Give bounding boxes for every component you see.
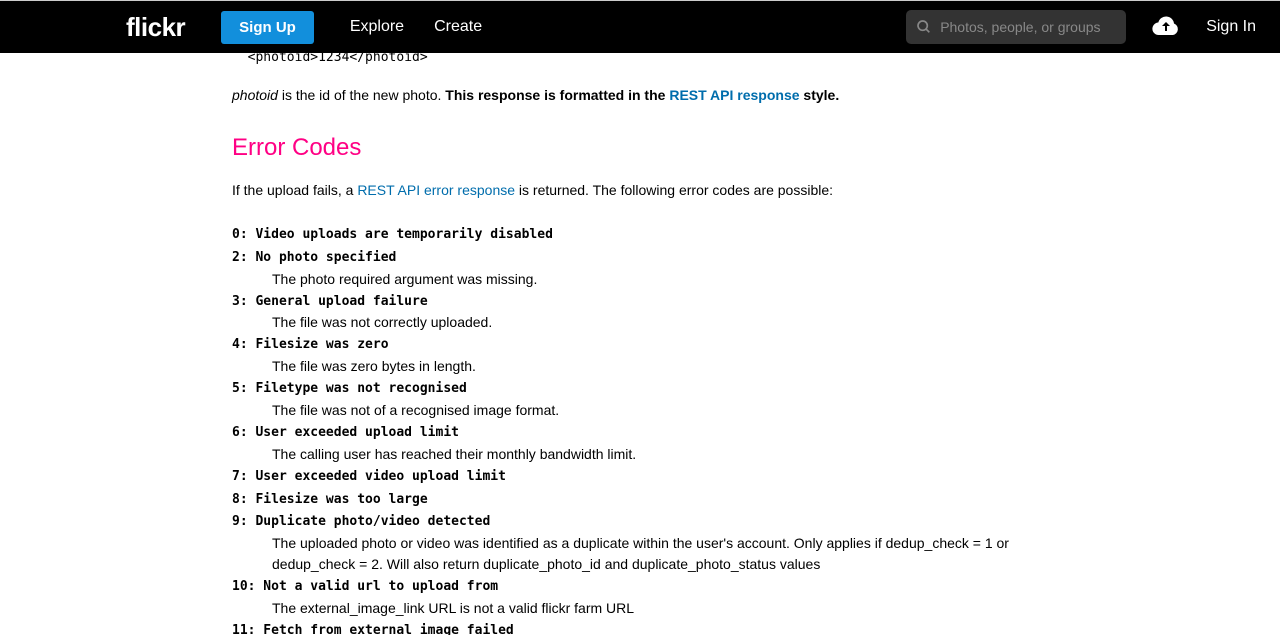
error-code-desc: The file was not correctly uploaded.	[272, 312, 1038, 333]
logo[interactable]: flickr	[126, 12, 185, 43]
error-code-desc: The external_image_link URL is not a val…	[272, 598, 1038, 619]
response-note: photoid is the id of the new photo. This…	[232, 85, 1038, 106]
error-code-title: 5: Filetype was not recognised	[232, 379, 1038, 400]
photoid-term: photoid	[232, 87, 278, 103]
error-code-desc: The uploaded photo or video was identifi…	[272, 533, 1038, 575]
doc-content: <rsp stat="ok"> <photoid>1234</photoid> …	[0, 53, 1280, 635]
error-code-title: 6: User exceeded upload limit	[232, 423, 1038, 444]
error-code-title: 7: User exceeded video upload limit	[232, 467, 1038, 488]
error-code-desc: The photo required argument was missing.	[272, 269, 1038, 290]
error-code-title: 0: Video uploads are temporarily disable…	[232, 225, 1038, 246]
nav-explore[interactable]: Explore	[350, 18, 404, 36]
error-codes-heading: Error Codes	[232, 134, 1038, 162]
error-code-desc: The file was zero bytes in length.	[272, 356, 1038, 377]
upload-icon[interactable]	[1152, 15, 1180, 40]
signup-button[interactable]: Sign Up	[221, 11, 314, 44]
search-input[interactable]	[940, 19, 1116, 35]
error-code-title: 4: Filesize was zero	[232, 335, 1038, 356]
search-box[interactable]	[906, 10, 1126, 44]
rest-api-error-link[interactable]: REST API error response	[357, 182, 515, 198]
error-code-title: 10: Not a valid url to upload from	[232, 577, 1038, 598]
error-code-title: 11: Fetch from external image failed	[232, 621, 1038, 635]
error-code-list: 0: Video uploads are temporarily disable…	[232, 225, 1038, 635]
error-code-title: 9: Duplicate photo/video detected	[232, 512, 1038, 533]
top-nav: flickr Sign Up Explore Create Sign In	[0, 1, 1280, 53]
logo-text: flickr	[126, 12, 185, 43]
error-code-title: 2: No photo specified	[232, 248, 1038, 269]
error-code-desc: The calling user has reached their month…	[272, 444, 1038, 465]
error-code-title: 3: General upload failure	[232, 292, 1038, 313]
rest-api-response-link[interactable]: REST API response	[669, 87, 799, 103]
signin-link[interactable]: Sign In	[1206, 18, 1256, 36]
nav-create[interactable]: Create	[434, 18, 482, 36]
error-codes-intro: If the upload fails, a REST API error re…	[232, 180, 1038, 201]
response-snippet: <rsp stat="ok"> <photoid>1234</photoid>	[232, 53, 1038, 65]
error-code-desc: The file was not of a recognised image f…	[272, 400, 1038, 421]
error-code-title: 8: Filesize was too large	[232, 490, 1038, 511]
search-icon	[916, 19, 932, 35]
